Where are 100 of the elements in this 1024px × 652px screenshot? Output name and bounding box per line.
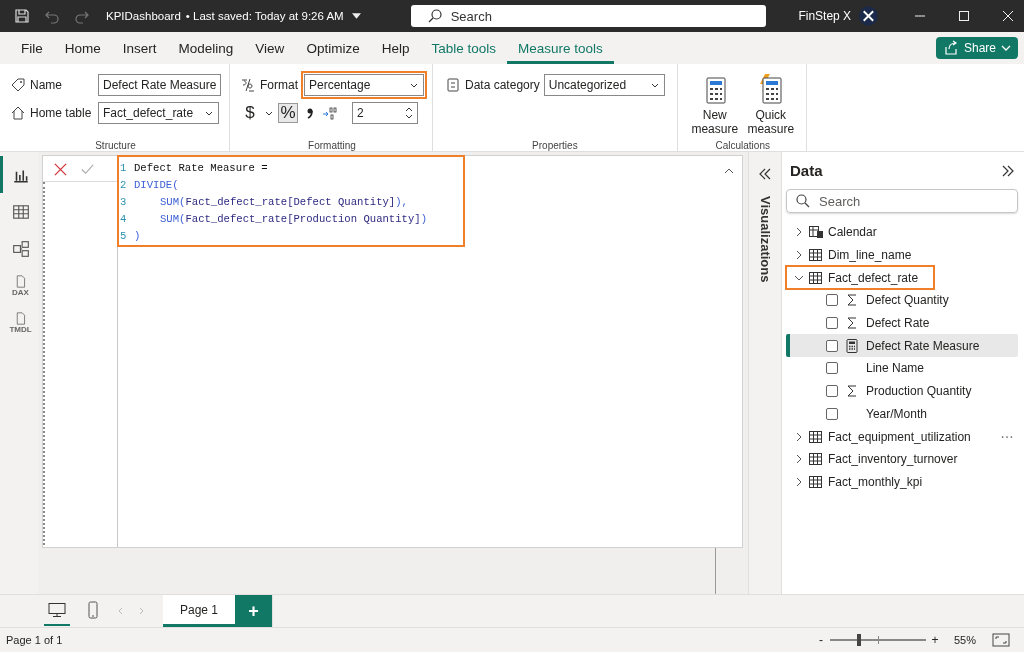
zoom-slider[interactable] (829, 634, 926, 646)
search-box[interactable]: Search (410, 5, 767, 27)
checkbox[interactable] (826, 294, 838, 307)
data-pane-title: Data (790, 162, 823, 179)
table-item[interactable]: Calendar (786, 221, 1018, 244)
collapse-icon[interactable] (724, 166, 734, 176)
group-label: Calculations (714, 140, 771, 151)
field-item[interactable]: Defect Quantity (786, 289, 1018, 312)
menu-tab[interactable]: Optimize (295, 32, 371, 64)
expand-left-icon[interactable] (757, 166, 773, 182)
maximize-icon[interactable] (958, 10, 970, 22)
fit-to-page-icon[interactable] (992, 633, 1010, 647)
document-icon (14, 274, 27, 288)
checkbox[interactable] (826, 362, 838, 375)
code-line: SUM(Fact_defect_rate[Defect Quantity]), (159, 195, 408, 208)
search-field[interactable]: Search (450, 8, 751, 24)
checkbox[interactable] (826, 339, 838, 352)
chevron-icon (794, 431, 804, 442)
document-icon (14, 311, 27, 325)
chevron-icon (794, 227, 804, 238)
checkbox[interactable] (826, 317, 838, 330)
home-icon (10, 105, 26, 121)
percent-button[interactable]: % (278, 103, 298, 123)
line-number: 1 (120, 161, 128, 174)
share-icon (942, 40, 959, 56)
zoom-in-button[interactable]: + (929, 633, 940, 647)
search-box[interactable]: Search (786, 189, 1018, 213)
table-item[interactable]: Fact_equipment_utilization (786, 425, 1018, 448)
decimal-icon[interactable] (322, 105, 338, 121)
search-icon (795, 193, 811, 209)
checkbox[interactable] (826, 407, 838, 420)
caret-icon[interactable] (351, 13, 361, 19)
field-item[interactable]: Year/Month (786, 402, 1018, 426)
line-number: 3 (120, 195, 128, 208)
save-icon[interactable] (14, 8, 30, 24)
add-page-button[interactable]: + (235, 595, 272, 627)
home-table-label: Home table (30, 106, 93, 120)
table-item[interactable]: Fact_defect_rate (786, 266, 934, 290)
menu-tab[interactable]: File (10, 32, 54, 64)
category-icon (445, 77, 461, 93)
currency-button[interactable]: $ (240, 103, 260, 123)
menu-tab[interactable]: Insert (111, 32, 168, 64)
quick-measure-button[interactable]: Quick measure (743, 74, 798, 140)
field-item[interactable]: Defect Rate (786, 311, 1018, 335)
format-dropdown[interactable]: Percentage (304, 74, 424, 96)
close-icon[interactable] (1002, 10, 1014, 22)
chevron-icon (794, 454, 804, 465)
page-tab[interactable]: Page 1 (163, 595, 235, 627)
name-field[interactable]: Defect Rate Measure (98, 74, 221, 96)
visualizations-pane-title[interactable]: Visualizations (757, 196, 773, 283)
search-icon (426, 8, 443, 24)
tag-icon (10, 77, 26, 93)
line-number: 2 (120, 178, 128, 191)
data-category-label: Data category (465, 78, 540, 92)
menu-tab[interactable]: Help (370, 32, 421, 64)
menu-tab[interactable]: View (244, 32, 296, 64)
group-label: Formatting (307, 140, 357, 151)
chevron-icon (794, 250, 804, 261)
save-status: • Last saved: Today at 9:26 AM (185, 10, 344, 22)
table-icon (808, 247, 824, 264)
cancel-icon[interactable] (53, 162, 68, 177)
menu-tab[interactable]: Modeling (167, 32, 245, 64)
table-item[interactable]: Fact_monthly_kpi (786, 470, 1018, 494)
table-icon (808, 269, 824, 286)
more-icon[interactable] (1000, 433, 1014, 440)
field-item[interactable]: Defect Rate Measure (786, 334, 1018, 358)
field-item[interactable]: Line Name (786, 357, 1018, 380)
checkbox[interactable] (826, 385, 838, 398)
table-icon (808, 451, 824, 468)
code-line: SUM(Fact_defect_rate[Production Quantity]) (159, 212, 428, 225)
code-line: DIVIDE( (134, 178, 179, 191)
code-line: ) (134, 229, 141, 242)
dax-view-button[interactable]: DAX (0, 267, 38, 304)
line-number: 5 (120, 229, 128, 242)
table-item[interactable]: Dim_line_name (786, 243, 1018, 267)
chevron-down-icon (1001, 43, 1011, 53)
avatar-icon[interactable] (859, 6, 878, 26)
new-measure-button[interactable]: New measure (687, 74, 742, 140)
group-label: Properties (531, 140, 579, 151)
line-number: 4 (120, 212, 128, 225)
user-name: FinStep X (798, 9, 852, 23)
search-field[interactable]: Search (819, 193, 999, 209)
zoom-out-button[interactable]: - (815, 633, 826, 647)
tmdl-view-button[interactable]: TMDL (0, 304, 38, 341)
zoom-thumb[interactable] (856, 634, 861, 646)
menu-tab[interactable]: Home (53, 32, 112, 64)
data-category-dropdown[interactable]: Uncategorized (543, 74, 665, 96)
view-label: TMDL (9, 324, 32, 334)
view-label: DAX (12, 287, 29, 297)
code-block[interactable]: 1 Defect Rate Measure = 2 DIVIDE( 3 SUM(Fact_defect_rate[Defect Quantity]), 4 SUM(Fact_defect_rate[Production Quantity]) 5 ) (118, 156, 464, 246)
home-table-dropdown[interactable]: Fact_defect_rate (98, 102, 219, 124)
decimal-places-field[interactable]: 2 (352, 102, 418, 124)
chevron-icon (794, 476, 804, 487)
diagram-icon (11, 239, 30, 258)
table-item[interactable]: Fact_inventory_turnover (786, 447, 1018, 471)
page-info: Page 1 of 1 (6, 634, 63, 646)
share-button[interactable]: Share (935, 37, 1018, 59)
calculator-icon (844, 337, 860, 354)
field-item[interactable]: Production Quantity (786, 379, 1018, 403)
menu-tab[interactable]: Table tools (420, 32, 507, 64)
